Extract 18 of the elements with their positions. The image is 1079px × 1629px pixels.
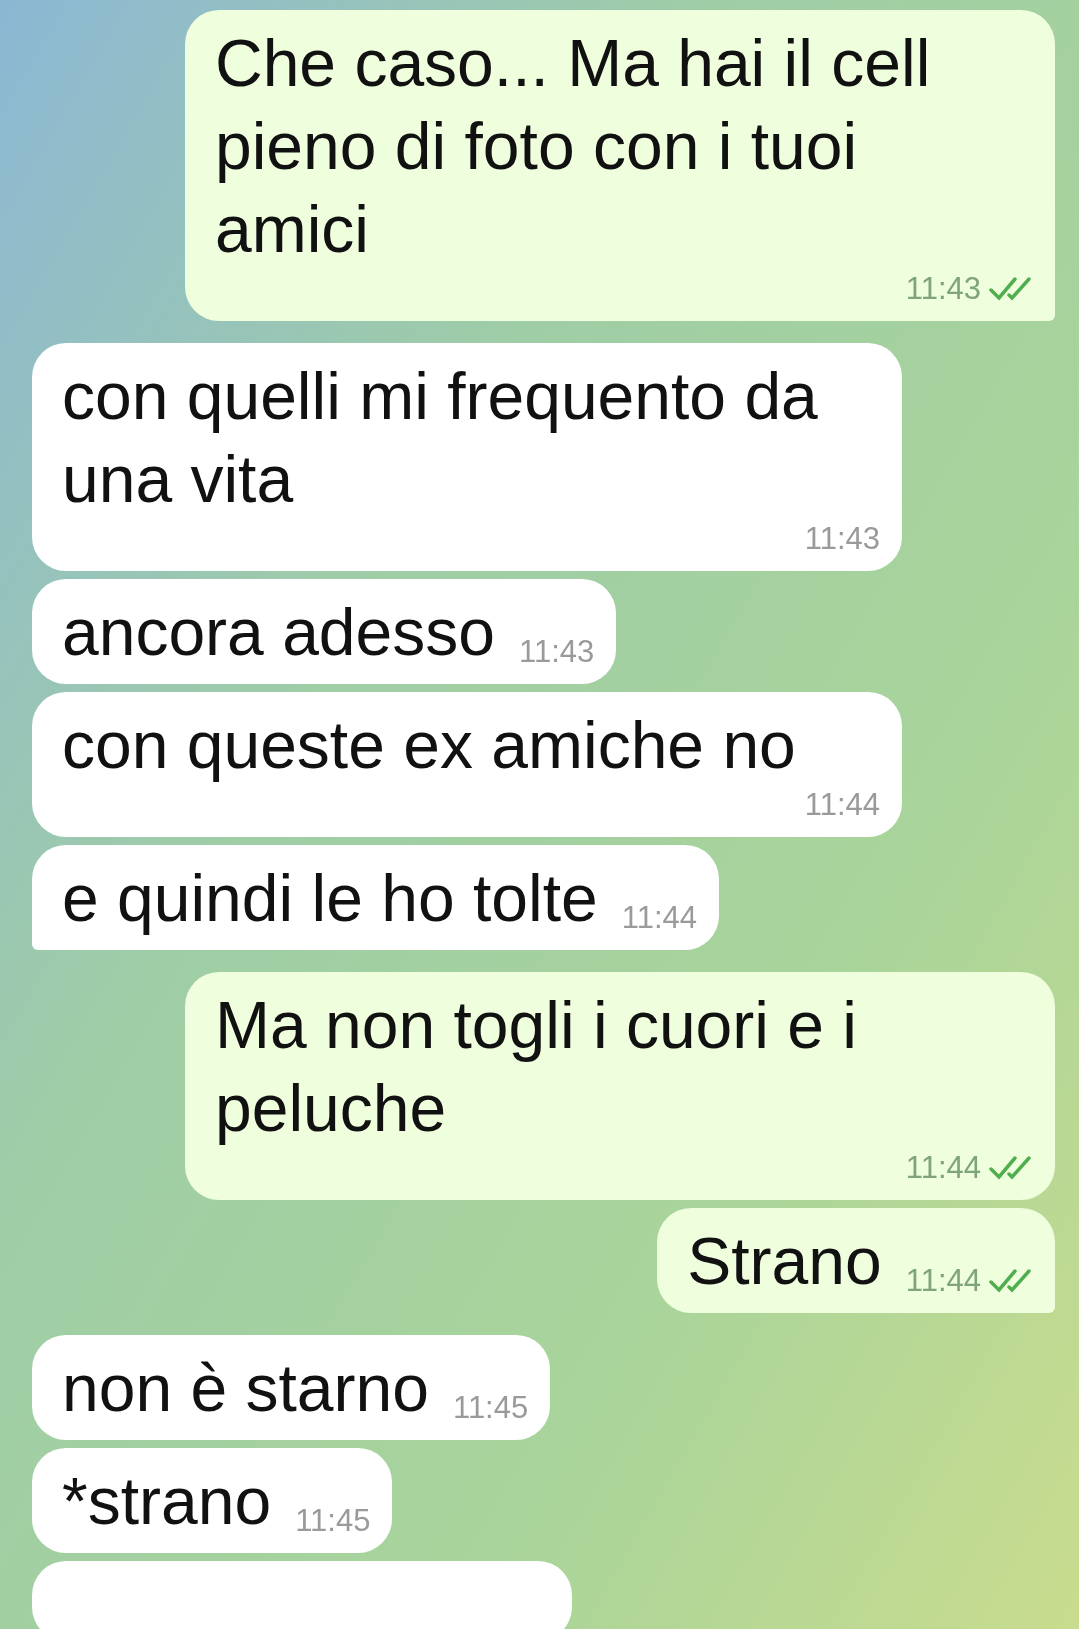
message-text: e quindi le ho tolte xyxy=(62,860,598,937)
message-time: 11:44 xyxy=(905,1263,981,1299)
message-time: 11:44 xyxy=(804,787,880,823)
message-text: Che caso... Ma hai il cell pieno di foto con i tuoi amici xyxy=(215,25,932,268)
message-text: *strano xyxy=(62,1463,272,1540)
message-text: Ma non togli i cuori e i peluche xyxy=(215,987,858,1147)
message-text: Strano xyxy=(687,1223,882,1300)
message-text: con queste ex amiche no xyxy=(62,707,796,784)
message-text: con quelli mi frequento da una vita xyxy=(62,358,819,518)
message-time: 11:43 xyxy=(905,271,981,307)
message-time: 11:43 xyxy=(804,521,880,557)
message-time: 11:45 xyxy=(452,1390,529,1426)
message-time: 11:45 xyxy=(295,1503,371,1539)
message-text: ancora adesso xyxy=(62,594,495,671)
message-text: non è starno xyxy=(62,1350,429,1427)
message-time: 11:44 xyxy=(621,900,697,936)
message-time: 11:43 xyxy=(518,634,595,670)
message-time: 11:44 xyxy=(905,1150,981,1186)
